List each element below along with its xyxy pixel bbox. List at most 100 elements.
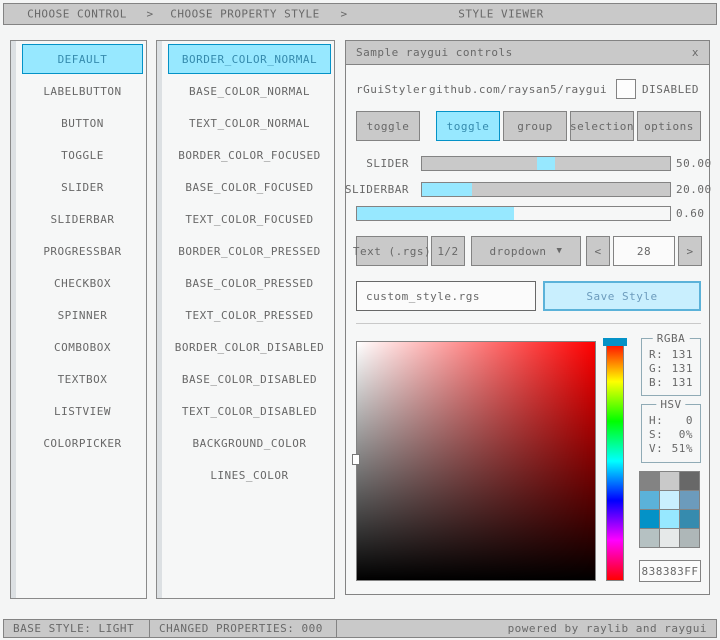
- control-item-listview[interactable]: LISTVIEW: [22, 396, 143, 426]
- toggle-button[interactable]: toggle: [356, 111, 420, 141]
- b-label: B:: [649, 376, 663, 390]
- window-title: Sample raygui controls: [356, 46, 513, 59]
- property-item-text-color-focused[interactable]: TEXT_COLOR_FOCUSED: [168, 204, 331, 234]
- sliderbar-value: 20.00: [676, 182, 712, 197]
- control-item-labelbutton[interactable]: LABELBUTTON: [22, 76, 143, 106]
- palette-swatch[interactable]: [660, 472, 679, 490]
- property-item-border-color-pressed[interactable]: BORDER_COLOR_PRESSED: [168, 236, 331, 266]
- dropdown-label: dropdown: [490, 245, 547, 258]
- g-value: 131: [672, 362, 693, 376]
- v-label: V:: [649, 442, 663, 456]
- property-item-base-color-disabled[interactable]: BASE_COLOR_DISABLED: [168, 364, 331, 394]
- control-item-spinner[interactable]: SPINNER: [22, 300, 143, 330]
- toggle-group-group[interactable]: group: [503, 111, 567, 141]
- toggle-group-toggle[interactable]: toggle: [436, 111, 500, 141]
- control-item-combobox[interactable]: COMBOBOX: [22, 332, 143, 362]
- status-base-style-text: BASE STYLE: LIGHT: [13, 622, 134, 635]
- property-item-text-color-pressed[interactable]: TEXT_COLOR_PRESSED: [168, 300, 331, 330]
- hue-bar[interactable]: [606, 341, 624, 581]
- h-label: H:: [649, 414, 663, 428]
- palette-swatch[interactable]: [640, 472, 659, 490]
- style-color-palette: [639, 471, 700, 548]
- property-item-lines-color[interactable]: LINES_COLOR: [168, 460, 331, 490]
- status-base-style: BASE STYLE: LIGHT: [3, 619, 150, 638]
- palette-swatch[interactable]: [640, 491, 659, 509]
- save-style-button[interactable]: Save Style: [543, 281, 701, 311]
- control-item-toggle[interactable]: TOGGLE: [22, 140, 143, 170]
- palette-swatch[interactable]: [660, 510, 679, 528]
- status-credits: powered by raylib and raygui: [336, 619, 717, 638]
- status-bar: BASE STYLE: LIGHT CHANGED PROPERTIES: 00…: [3, 619, 717, 638]
- palette-swatch[interactable]: [660, 529, 679, 547]
- toggle-group-options[interactable]: options: [637, 111, 701, 141]
- property-item-border-color-normal[interactable]: BORDER_COLOR_NORMAL: [168, 44, 331, 74]
- control-item-default[interactable]: DEFAULT: [22, 44, 143, 74]
- status-credits-text: powered by raylib and raygui: [508, 622, 707, 635]
- palette-swatch[interactable]: [640, 510, 659, 528]
- color-picker-cursor[interactable]: [352, 454, 360, 465]
- b-value: 131: [672, 376, 693, 390]
- spinner-decrement-button[interactable]: <: [586, 236, 610, 266]
- hsv-title: HSV: [656, 398, 685, 411]
- dropdown[interactable]: dropdown ▼: [471, 236, 581, 266]
- close-icon[interactable]: x: [692, 46, 699, 59]
- slider-handle[interactable]: [537, 157, 555, 170]
- breadcrumb-choose-property-style: CHOOSE PROPERTY STYLE: [170, 8, 320, 21]
- property-item-border-color-disabled[interactable]: BORDER_COLOR_DISABLED: [168, 332, 331, 362]
- chevron-down-icon: ▼: [557, 246, 563, 256]
- property-item-text-color-disabled[interactable]: TEXT_COLOR_DISABLED: [168, 396, 331, 426]
- slider[interactable]: [421, 156, 671, 171]
- style-viewer-window: Sample raygui controls x rGuiStyler gith…: [345, 40, 710, 595]
- palette-swatch[interactable]: [640, 529, 659, 547]
- properties-list-scrollbar[interactable]: [157, 41, 162, 598]
- palette-swatch[interactable]: [680, 529, 699, 547]
- slider-label: SLIDER: [366, 156, 409, 171]
- palette-swatch[interactable]: [680, 510, 699, 528]
- spinner-value[interactable]: 28: [613, 236, 675, 266]
- property-item-base-color-focused[interactable]: BASE_COLOR_FOCUSED: [168, 172, 331, 202]
- hsv-groupbox: HSV H:0 S:0% V:51%: [641, 404, 701, 463]
- r-value: 131: [672, 348, 693, 362]
- slider-value: 50.00: [676, 156, 712, 171]
- controls-list-scrollbar[interactable]: [11, 41, 16, 598]
- property-item-border-color-focused[interactable]: BORDER_COLOR_FOCUSED: [168, 140, 331, 170]
- window-titlebar[interactable]: Sample raygui controls x: [346, 41, 709, 65]
- text-rgs-button[interactable]: Text (.rgs): [356, 236, 428, 266]
- control-item-colorpicker[interactable]: COLORPICKER: [22, 428, 143, 458]
- property-item-background-color[interactable]: BACKGROUND_COLOR: [168, 428, 331, 458]
- palette-swatch[interactable]: [680, 491, 699, 509]
- divider: [356, 323, 701, 324]
- control-item-progressbar[interactable]: PROGRESSBAR: [22, 236, 143, 266]
- s-label: S:: [649, 428, 663, 442]
- h-value: 0: [686, 414, 693, 428]
- half-button[interactable]: 1/2: [431, 236, 465, 266]
- disabled-checkbox[interactable]: [616, 79, 636, 99]
- breadcrumb-choose-control: CHOOSE CONTROL: [27, 8, 127, 21]
- chevron-right-icon: >: [340, 8, 347, 21]
- property-item-base-color-normal[interactable]: BASE_COLOR_NORMAL: [168, 76, 331, 106]
- sliderbar-label: SLIDERBAR: [345, 182, 409, 197]
- control-item-checkbox[interactable]: CHECKBOX: [22, 268, 143, 298]
- progressbar-value: 0.60: [676, 206, 705, 221]
- hex-color-value[interactable]: 838383FF: [639, 560, 701, 582]
- spinner-increment-button[interactable]: >: [678, 236, 702, 266]
- palette-swatch[interactable]: [660, 491, 679, 509]
- sliderbar[interactable]: [421, 182, 671, 197]
- filename-input[interactable]: custom_style.rgs: [356, 281, 536, 311]
- progressbar-fill: [357, 207, 514, 220]
- controls-list: DEFAULT LABELBUTTON BUTTON TOGGLE SLIDER…: [10, 40, 147, 599]
- toggle-group-selection[interactable]: selection: [570, 111, 634, 141]
- control-item-button[interactable]: BUTTON: [22, 108, 143, 138]
- control-item-textbox[interactable]: TEXTBOX: [22, 364, 143, 394]
- color-picker-sv-area[interactable]: [356, 341, 596, 581]
- palette-swatch[interactable]: [680, 472, 699, 490]
- property-item-text-color-normal[interactable]: TEXT_COLOR_NORMAL: [168, 108, 331, 138]
- property-item-base-color-pressed[interactable]: BASE_COLOR_PRESSED: [168, 268, 331, 298]
- repo-link[interactable]: github.com/raysan5/raygui: [429, 83, 607, 96]
- control-item-slider[interactable]: SLIDER: [22, 172, 143, 202]
- control-item-sliderbar[interactable]: SLIDERBAR: [22, 204, 143, 234]
- breadcrumb-style-viewer: STYLE VIEWER: [458, 8, 543, 21]
- breadcrumb-bar: CHOOSE CONTROL > CHOOSE PROPERTY STYLE >…: [3, 3, 717, 25]
- rgba-groupbox: RGBA R:131 G:131 B:131: [641, 338, 701, 396]
- hue-bar-cursor[interactable]: [603, 338, 627, 346]
